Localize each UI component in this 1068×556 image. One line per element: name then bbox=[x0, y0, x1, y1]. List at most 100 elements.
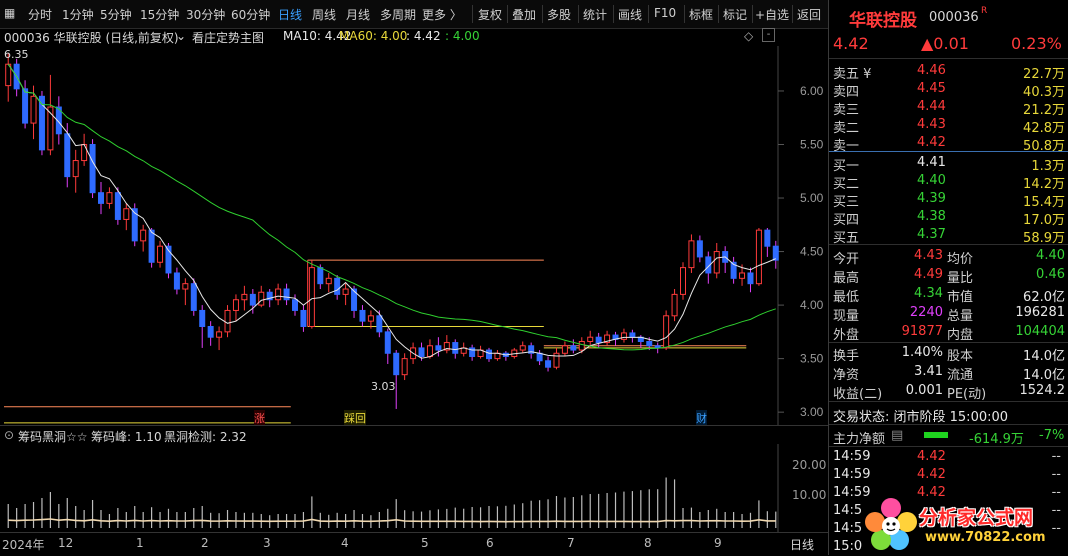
candle-body bbox=[317, 267, 324, 285]
stat-row: 换手 1.40% 股本 14.0亿 bbox=[829, 344, 1068, 364]
value-label: : 4.42 bbox=[406, 29, 441, 43]
tool-button[interactable]: 标记 bbox=[723, 6, 747, 23]
indicator-value: 黑洞检测: 2.32 bbox=[164, 430, 247, 444]
grid-icon[interactable]: ▦ bbox=[4, 6, 15, 20]
tool-button[interactable]: 统计 bbox=[583, 6, 607, 23]
stock-code: 000036 bbox=[929, 10, 979, 25]
candle-body bbox=[486, 349, 492, 360]
period-tab[interactable]: 月线 bbox=[346, 6, 370, 23]
period-tab[interactable]: 15分钟 bbox=[140, 6, 179, 23]
support-lines bbox=[4, 259, 747, 424]
candle-body bbox=[190, 283, 197, 311]
candle-body bbox=[764, 229, 771, 247]
candle-body bbox=[30, 95, 37, 124]
tool-button[interactable]: 叠加 bbox=[512, 6, 536, 23]
order-price: 4.41 bbox=[917, 155, 946, 170]
badge: R bbox=[981, 6, 988, 16]
add-watchlist-button[interactable]: +自选 bbox=[755, 6, 789, 23]
tick-time: 14:59 bbox=[833, 467, 871, 482]
table-icon[interactable]: ▤ bbox=[891, 428, 903, 443]
indicator-header: ⊙ 筹码黑洞☆☆ 筹码峰: 1.10 黑洞检测: 2.32 bbox=[0, 425, 828, 444]
high-label: 6.35 bbox=[4, 48, 29, 61]
period-tab[interactable]: 周线 bbox=[312, 6, 336, 23]
stat-label: 总量 bbox=[947, 309, 974, 324]
stat-value: 196281 bbox=[1015, 305, 1065, 320]
candle-body bbox=[173, 272, 180, 290]
stat-label: 内盘 bbox=[947, 328, 974, 343]
period-tab[interactable]: 5分钟 bbox=[100, 6, 132, 23]
candle-body bbox=[519, 345, 526, 351]
candle-body bbox=[739, 272, 746, 279]
tool-button[interactable]: 多股 bbox=[547, 6, 571, 23]
period-toolbar: ▦ 分时 1分钟 5分钟 15分钟 30分钟 60分钟 日线 周线 月线 多周期… bbox=[0, 0, 828, 29]
candle-body bbox=[418, 347, 425, 357]
candle-body bbox=[587, 336, 594, 342]
candle-body bbox=[300, 309, 307, 328]
chevron-down-icon[interactable]: ⌄ bbox=[176, 29, 186, 43]
stat-row: 外盘 91877 内盘 104404 bbox=[829, 323, 1068, 343]
stat-label: 股本 bbox=[947, 349, 974, 364]
indicator-menu-icon[interactable]: ⊙ bbox=[4, 428, 14, 442]
event-marker[interactable]: 踩回 bbox=[344, 410, 366, 426]
price-tick-label: 3.50 bbox=[800, 352, 824, 366]
stat-value: 104404 bbox=[1015, 324, 1065, 339]
period-tab[interactable]: 分时 bbox=[28, 6, 52, 23]
event-marker[interactable]: 财 bbox=[696, 410, 707, 426]
period-tab-active[interactable]: 日线 bbox=[278, 6, 302, 23]
candle-body bbox=[98, 192, 104, 204]
stat-label: 今开 bbox=[833, 252, 860, 267]
indicator-name[interactable]: 看庄定势主图 bbox=[192, 29, 264, 46]
last-price: 4.42 bbox=[833, 34, 869, 53]
period-tab[interactable]: 60分钟 bbox=[231, 6, 270, 23]
tool-button[interactable]: 画线 bbox=[618, 6, 642, 23]
stat-value: 14.0亿 bbox=[1023, 349, 1065, 364]
period-tab[interactable]: 30分钟 bbox=[186, 6, 225, 23]
indicator-tick: 10.00 bbox=[792, 488, 827, 502]
stat-value: 3.41 bbox=[914, 364, 943, 379]
order-price: 4.39 bbox=[917, 191, 946, 206]
candle-body bbox=[275, 288, 282, 301]
period-tab[interactable]: 多周期 bbox=[380, 6, 416, 23]
collapse-icon[interactable]: - bbox=[762, 28, 775, 42]
price-tick-label: 5.50 bbox=[800, 137, 824, 151]
candle-body bbox=[199, 309, 206, 328]
stat-value: 4.43 bbox=[914, 248, 943, 263]
low-label: 3.03 bbox=[371, 380, 396, 393]
candle-body bbox=[376, 315, 383, 333]
event-marker[interactable]: 涨 bbox=[254, 410, 265, 426]
stat-label: PE(动) bbox=[947, 387, 987, 402]
order-price: 4.37 bbox=[917, 227, 946, 242]
stat-label: 流通 bbox=[947, 368, 974, 383]
more-periods-button[interactable]: 更多 〉 bbox=[422, 6, 462, 23]
candle-body bbox=[578, 340, 585, 351]
stat-value: 91877 bbox=[901, 324, 943, 339]
tool-button[interactable]: 标框 bbox=[689, 6, 713, 23]
tool-button[interactable]: F10 bbox=[654, 6, 676, 20]
order-price: 4.40 bbox=[917, 173, 946, 188]
stat-row: 净资 3.41 流通 14.0亿 bbox=[829, 363, 1068, 383]
tick-volume: -- bbox=[1051, 467, 1061, 482]
date-label: 12 bbox=[58, 536, 74, 550]
candle-body bbox=[629, 332, 636, 338]
price-grid: 3.00 3.50 4.00 4.50 5.00 5.50 6.00 bbox=[777, 46, 824, 425]
period-indicator[interactable]: 日线 bbox=[790, 536, 814, 553]
tool-button[interactable]: 复权 bbox=[478, 6, 502, 23]
kline-chart[interactable]: 3.00 3.50 4.00 4.50 5.00 5.50 6.00 bbox=[0, 46, 828, 425]
stat-value: 0.001 bbox=[905, 383, 943, 398]
period-tab[interactable]: 1分钟 bbox=[62, 6, 94, 23]
tick-volume: -- bbox=[1051, 449, 1061, 464]
price-change: ▲0.01 bbox=[921, 34, 969, 53]
sell-level-row: 卖一 4.42 50.8万 bbox=[829, 134, 1068, 154]
candle-body bbox=[140, 229, 147, 242]
candle-body bbox=[772, 245, 779, 261]
candle-body bbox=[680, 267, 686, 295]
back-button[interactable]: 返回 bbox=[797, 6, 821, 23]
indicator-title[interactable]: 筹码黑洞☆☆ bbox=[18, 428, 88, 445]
candle-body bbox=[308, 267, 315, 328]
stat-label: 最高 bbox=[833, 271, 860, 286]
diamond-icon[interactable]: ◇ bbox=[744, 29, 753, 43]
candle-body bbox=[696, 240, 703, 258]
order-price: 4.43 bbox=[917, 117, 946, 132]
indicator-chart[interactable] bbox=[0, 444, 828, 532]
date-label: 9 bbox=[714, 536, 722, 550]
